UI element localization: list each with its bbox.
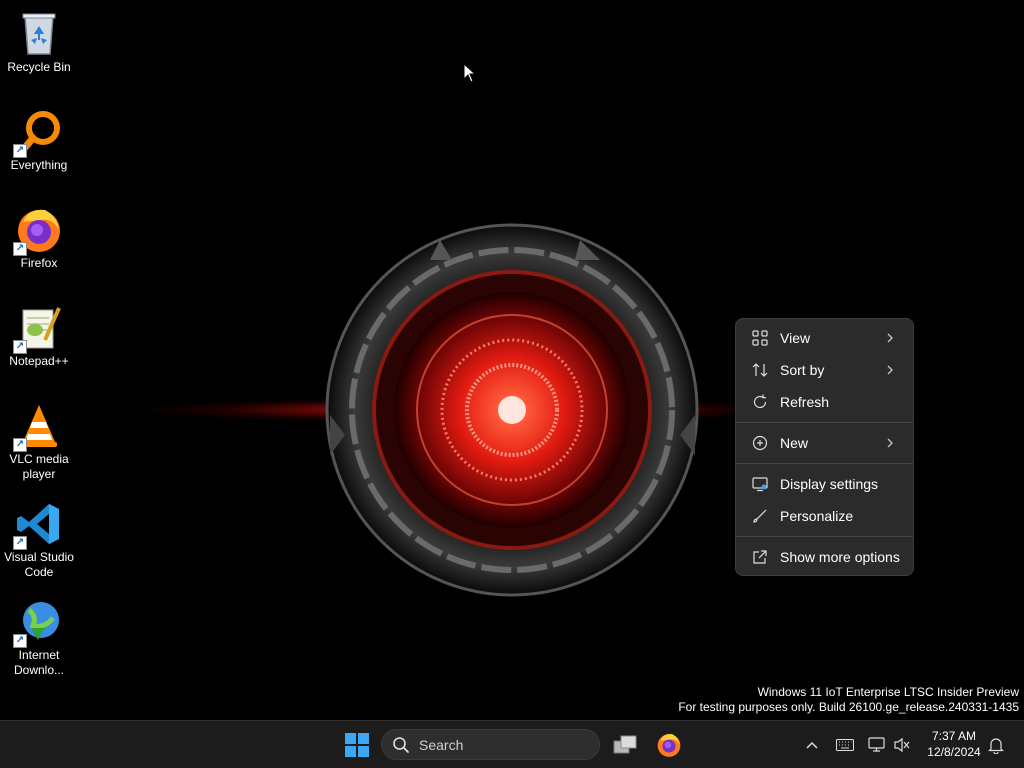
menu-item-label: Display settings [780,476,879,492]
taskbar: Search 7:37 AM 12/8/2024 [0,720,1024,768]
clock-date: 12/8/2024 [927,745,981,759]
wallpaper-red-core [325,223,699,597]
taskbar-search-box[interactable]: Search [381,729,600,760]
desktop-icon-label: Firefox [20,256,58,270]
desktop[interactable]: Recycle Bin ↗ Everything ↗ Firefox ↗ Not… [0,0,1024,720]
menu-item-show-more-options[interactable]: Show more options [740,542,909,572]
notifications-button[interactable] [985,734,1007,756]
recycle-bin-icon [15,10,63,58]
keyboard-icon [836,739,854,751]
notepad-plus-plus-icon: ↗ [13,304,63,354]
mouse-cursor-icon [463,63,477,83]
windows-build-watermark: Windows 11 IoT Enterprise LTSC Insider P… [678,685,1019,715]
menu-item-view[interactable]: View [740,323,909,353]
shortcut-arrow-icon: ↗ [13,438,27,452]
plus-circle-icon [750,433,770,453]
network-monitor-icon [868,737,885,752]
chevron-right-icon [887,438,893,448]
shortcut-arrow-icon: ↗ [13,634,27,648]
desktop-icon-everything[interactable]: ↗ Everything [0,100,78,173]
desktop-icon-vlc[interactable]: ↗ VLC media player [0,394,78,482]
sort-icon [750,360,770,380]
task-view-button[interactable] [609,729,641,761]
desktop-icon-label: Visual Studio Code [4,550,74,579]
show-hidden-icons-button[interactable] [801,734,823,756]
menu-separator [736,536,913,537]
system-clock[interactable]: 7:37 AM 12/8/2024 [918,728,990,760]
desktop-icon-label: VLC media player [9,452,69,481]
menu-separator [736,463,913,464]
vlc-icon: ↗ [13,402,63,452]
vscode-icon: ↗ [13,500,63,550]
brush-icon [750,506,770,526]
menu-item-label: Refresh [780,394,830,410]
firefox-icon: ↗ [13,206,63,256]
task-view-icon [613,735,637,754]
clock-time: 7:37 AM [931,729,977,743]
speaker-muted-icon [894,737,910,753]
desktop-icon-vscode[interactable]: ↗ Visual Studio Code [0,492,78,580]
menu-item-new[interactable]: New [740,428,909,458]
menu-item-label: Personalize [780,508,854,524]
desktop-icon-label: Everything [10,158,68,172]
chevron-up-icon [806,741,818,749]
menu-item-personalize[interactable]: Personalize [740,501,909,531]
internet-download-manager-icon: ↗ [13,598,63,648]
menu-item-refresh[interactable]: Refresh [740,387,909,417]
touch-keyboard-button[interactable] [834,734,856,756]
desktop-context-menu: View Sort by Refresh New Display setting… [735,318,914,576]
shortcut-arrow-icon: ↗ [13,340,27,354]
shortcut-arrow-icon: ↗ [13,242,27,256]
menu-item-display-settings[interactable]: Display settings [740,469,909,499]
chevron-right-icon [887,333,893,343]
search-icon [393,736,409,753]
firefox-icon [657,734,681,757]
shortcut-arrow-icon: ↗ [13,536,27,550]
start-button[interactable] [341,729,373,761]
taskbar-firefox-button[interactable] [653,729,685,761]
everything-search-icon: ↗ [13,108,63,158]
refresh-icon [750,392,770,412]
menu-item-sort-by[interactable]: Sort by [740,355,909,385]
windows-logo-icon [345,733,369,757]
external-icon [750,547,770,567]
desktop-icon-label: Recycle Bin [7,60,71,74]
shortcut-arrow-icon: ↗ [13,144,27,158]
volume-button[interactable] [891,734,913,756]
desktop-icon-recycle-bin[interactable]: Recycle Bin [0,2,78,75]
bell-icon [988,738,1004,754]
desktop-icon-notepad-plus-plus[interactable]: ↗ Notepad++ [0,296,78,369]
desktop-icon-internet-download-manager[interactable]: ↗ Internet Downlo... [0,590,78,678]
network-status-button[interactable] [866,734,888,756]
grid-icon [750,328,770,348]
menu-item-label: New [780,435,809,451]
desktop-icon-firefox[interactable]: ↗ Firefox [0,198,78,271]
display-icon [750,474,770,494]
watermark-edition: Windows 11 IoT Enterprise LTSC Insider P… [757,685,1019,699]
menu-item-label: View [780,330,811,346]
chevron-right-icon [887,365,893,375]
desktop-icon-label: Internet Downlo... [13,648,65,677]
menu-item-label: Sort by [780,362,825,378]
watermark-build: For testing purposes only. Build 26100.g… [678,700,1019,714]
menu-item-label: Show more options [780,549,900,565]
desktop-icon-label: Notepad++ [9,354,69,368]
menu-separator [736,422,913,423]
search-placeholder: Search [419,736,464,753]
